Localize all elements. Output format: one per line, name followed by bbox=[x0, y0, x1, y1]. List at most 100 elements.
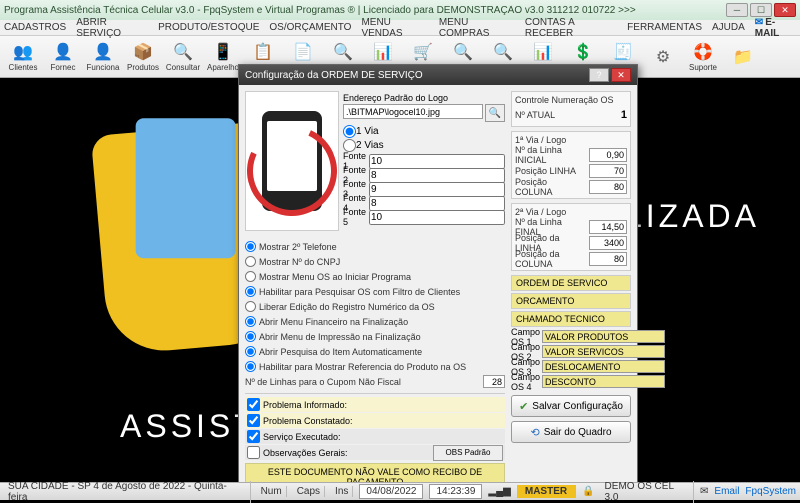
status-caps: Caps bbox=[293, 486, 325, 497]
menu-produto-estoque[interactable]: PRODUTO/ESTOQUE bbox=[158, 22, 259, 33]
radio-2vias[interactable] bbox=[343, 139, 356, 152]
toolbar-icon: 💲 bbox=[572, 41, 594, 63]
fonte4-input[interactable] bbox=[369, 196, 505, 211]
pos-coluna2-input[interactable] bbox=[589, 252, 627, 266]
toolbar-btn-Funciona-2[interactable]: 👤Funciona bbox=[84, 38, 122, 76]
menu-compras[interactable]: MENU COMPRAS bbox=[439, 17, 515, 39]
dialog-close-button[interactable]: ✕ bbox=[611, 68, 631, 82]
toolbar-btn-icon-16[interactable]: ⚙ bbox=[644, 38, 682, 76]
toolbar-icon: 📦 bbox=[132, 41, 154, 63]
radio-1via[interactable] bbox=[343, 125, 356, 138]
toolbar-btn-Clientes-0[interactable]: 👥Clientes bbox=[4, 38, 42, 76]
lock-icon: 🔒 bbox=[582, 486, 594, 497]
fonte1-input[interactable] bbox=[369, 154, 505, 169]
toolbar-icon: 📱 bbox=[212, 41, 234, 63]
toolbar-icon: 📊 bbox=[372, 41, 394, 63]
num-atual: 1 bbox=[621, 109, 627, 121]
logo-preview bbox=[245, 91, 339, 231]
check-prob-informado[interactable] bbox=[247, 398, 260, 411]
toolbar-label: Clientes bbox=[9, 63, 38, 72]
toolbar-btn-Suporte-17[interactable]: 🛟Suporte bbox=[684, 38, 722, 76]
check-prob-constatado[interactable] bbox=[247, 414, 260, 427]
campo-os3-input[interactable] bbox=[542, 360, 665, 373]
fonte3-input[interactable] bbox=[369, 182, 505, 197]
minimize-button[interactable]: ─ bbox=[726, 3, 748, 17]
radio-abrir-menu-imp[interactable] bbox=[245, 331, 256, 342]
radio-menu-os-iniciar[interactable] bbox=[245, 271, 256, 282]
toolbar-icon: 🔍 bbox=[452, 41, 474, 63]
toolbar-icon: 📁 bbox=[732, 46, 754, 68]
menubar: CADASTROS ABRIR SERVIÇO PRODUTO/ESTOQUE … bbox=[0, 20, 800, 36]
email-icon: ✉ bbox=[755, 17, 763, 28]
pos-linha1-input[interactable] bbox=[589, 164, 627, 178]
pos-linha2-input[interactable] bbox=[589, 236, 627, 250]
status-date: 04/08/2022 bbox=[359, 484, 423, 499]
fonte5-input[interactable] bbox=[369, 210, 505, 225]
menu-vendas[interactable]: MENU VENDAS bbox=[361, 17, 428, 39]
statusbar: SUA CIDADE - SP 4 de Agosto de 2022 - Qu… bbox=[0, 482, 800, 500]
close-button[interactable]: ✕ bbox=[774, 3, 796, 17]
window-buttons: ─ ☐ ✕ bbox=[726, 3, 796, 17]
toolbar-btn-Consultar-4[interactable]: 🔍Consultar bbox=[164, 38, 202, 76]
browse-button[interactable]: 🔍 bbox=[485, 104, 505, 122]
toolbar-btn-Produtos-3[interactable]: 📦Produtos bbox=[124, 38, 162, 76]
pos-coluna1-input[interactable] bbox=[589, 180, 627, 194]
toolbar-btn-Fornec-1[interactable]: 👤Fornec bbox=[44, 38, 82, 76]
check-obs-gerais[interactable] bbox=[247, 446, 260, 459]
menu-os-orcamento[interactable]: OS/ORÇAMENTO bbox=[269, 22, 351, 33]
toolbar-label: Fornec bbox=[51, 63, 76, 72]
toolbar-btn-Aparelho-5[interactable]: 📱Aparelho bbox=[204, 38, 242, 76]
toolbar-label: Funciona bbox=[87, 63, 120, 72]
radio-habilitar-referencia[interactable] bbox=[245, 361, 256, 372]
bg-text-right: LIZADA bbox=[624, 198, 760, 235]
menu-cadastros[interactable]: CADASTROS bbox=[4, 22, 66, 33]
toolbar-icon: 👤 bbox=[92, 41, 114, 63]
radio-mostrar-cnpj[interactable] bbox=[245, 256, 256, 267]
check-icon: ✔ bbox=[519, 400, 528, 413]
logo-path-input[interactable] bbox=[343, 104, 483, 119]
toolbar-icon: 📊 bbox=[532, 41, 554, 63]
menu-email[interactable]: ✉E-MAIL bbox=[755, 17, 796, 39]
toolbar-icon: 🛒 bbox=[412, 41, 434, 63]
status-num: Num bbox=[257, 486, 287, 497]
radio-abrir-menu-fin[interactable] bbox=[245, 316, 256, 327]
toolbar-icon: 🛟 bbox=[692, 41, 714, 63]
menu-contas-receber[interactable]: CONTAS A RECEBER bbox=[525, 17, 617, 39]
linha-final-input[interactable] bbox=[589, 220, 627, 234]
check-servico-exec[interactable] bbox=[247, 430, 260, 443]
toolbar-label: Suporte bbox=[689, 63, 717, 72]
radio-habilitar-pesquisa[interactable] bbox=[245, 286, 256, 297]
via2-group: 2ª Via / Logo Nº da Linha FINAL Posição … bbox=[511, 203, 631, 271]
toolbar-btn-icon-18[interactable]: 📁 bbox=[724, 38, 762, 76]
toolbar-label: Consultar bbox=[166, 63, 200, 72]
menu-ajuda[interactable]: AJUDA bbox=[712, 22, 745, 33]
menu-abrir-servico[interactable]: ABRIR SERVIÇO bbox=[76, 17, 148, 39]
fonte2-input[interactable] bbox=[369, 168, 505, 183]
campo-os1-input[interactable] bbox=[542, 330, 665, 343]
maximize-button[interactable]: ☐ bbox=[750, 3, 772, 17]
campo-os2-input[interactable] bbox=[542, 345, 665, 358]
section-ordem: ORDEM DE SERVICO bbox=[511, 275, 631, 291]
phone-logo-icon bbox=[252, 106, 332, 216]
exit-button[interactable]: ⟲Sair do Quadro bbox=[511, 421, 631, 443]
toolbar-icon: 🔍 bbox=[492, 41, 514, 63]
logo-path-label: Endereço Padrão do Logo bbox=[343, 93, 448, 103]
phone-bg-icon bbox=[136, 118, 236, 258]
status-link[interactable]: FpqSystem bbox=[745, 486, 796, 497]
toolbar-icon: 📋 bbox=[252, 41, 274, 63]
linha-inicial-input[interactable] bbox=[589, 148, 627, 162]
status-email[interactable]: Email bbox=[714, 486, 739, 497]
dialog-help-button[interactable]: ? bbox=[589, 68, 609, 82]
obs-padrao-button[interactable]: OBS Padrão bbox=[433, 445, 503, 461]
radio-mostrar-telefone[interactable] bbox=[245, 241, 256, 252]
controle-group: Controle Numeração OS Nº ATUAL1 bbox=[511, 91, 631, 127]
toolbar-label: Aparelho bbox=[207, 63, 239, 72]
toolbar-icon: 🧾 bbox=[612, 41, 634, 63]
radio-abrir-pesq-item[interactable] bbox=[245, 346, 256, 357]
campo-os4-input[interactable] bbox=[542, 375, 665, 388]
config-dialog: Configuração da ORDEM DE SERVIÇO ? ✕ End… bbox=[238, 64, 638, 498]
num-linhas-input[interactable] bbox=[483, 375, 505, 388]
menu-ferramentas[interactable]: FERRAMENTAS bbox=[627, 22, 702, 33]
radio-liberar-edicao[interactable] bbox=[245, 301, 256, 312]
save-config-button[interactable]: ✔Salvar Configuração bbox=[511, 395, 631, 417]
